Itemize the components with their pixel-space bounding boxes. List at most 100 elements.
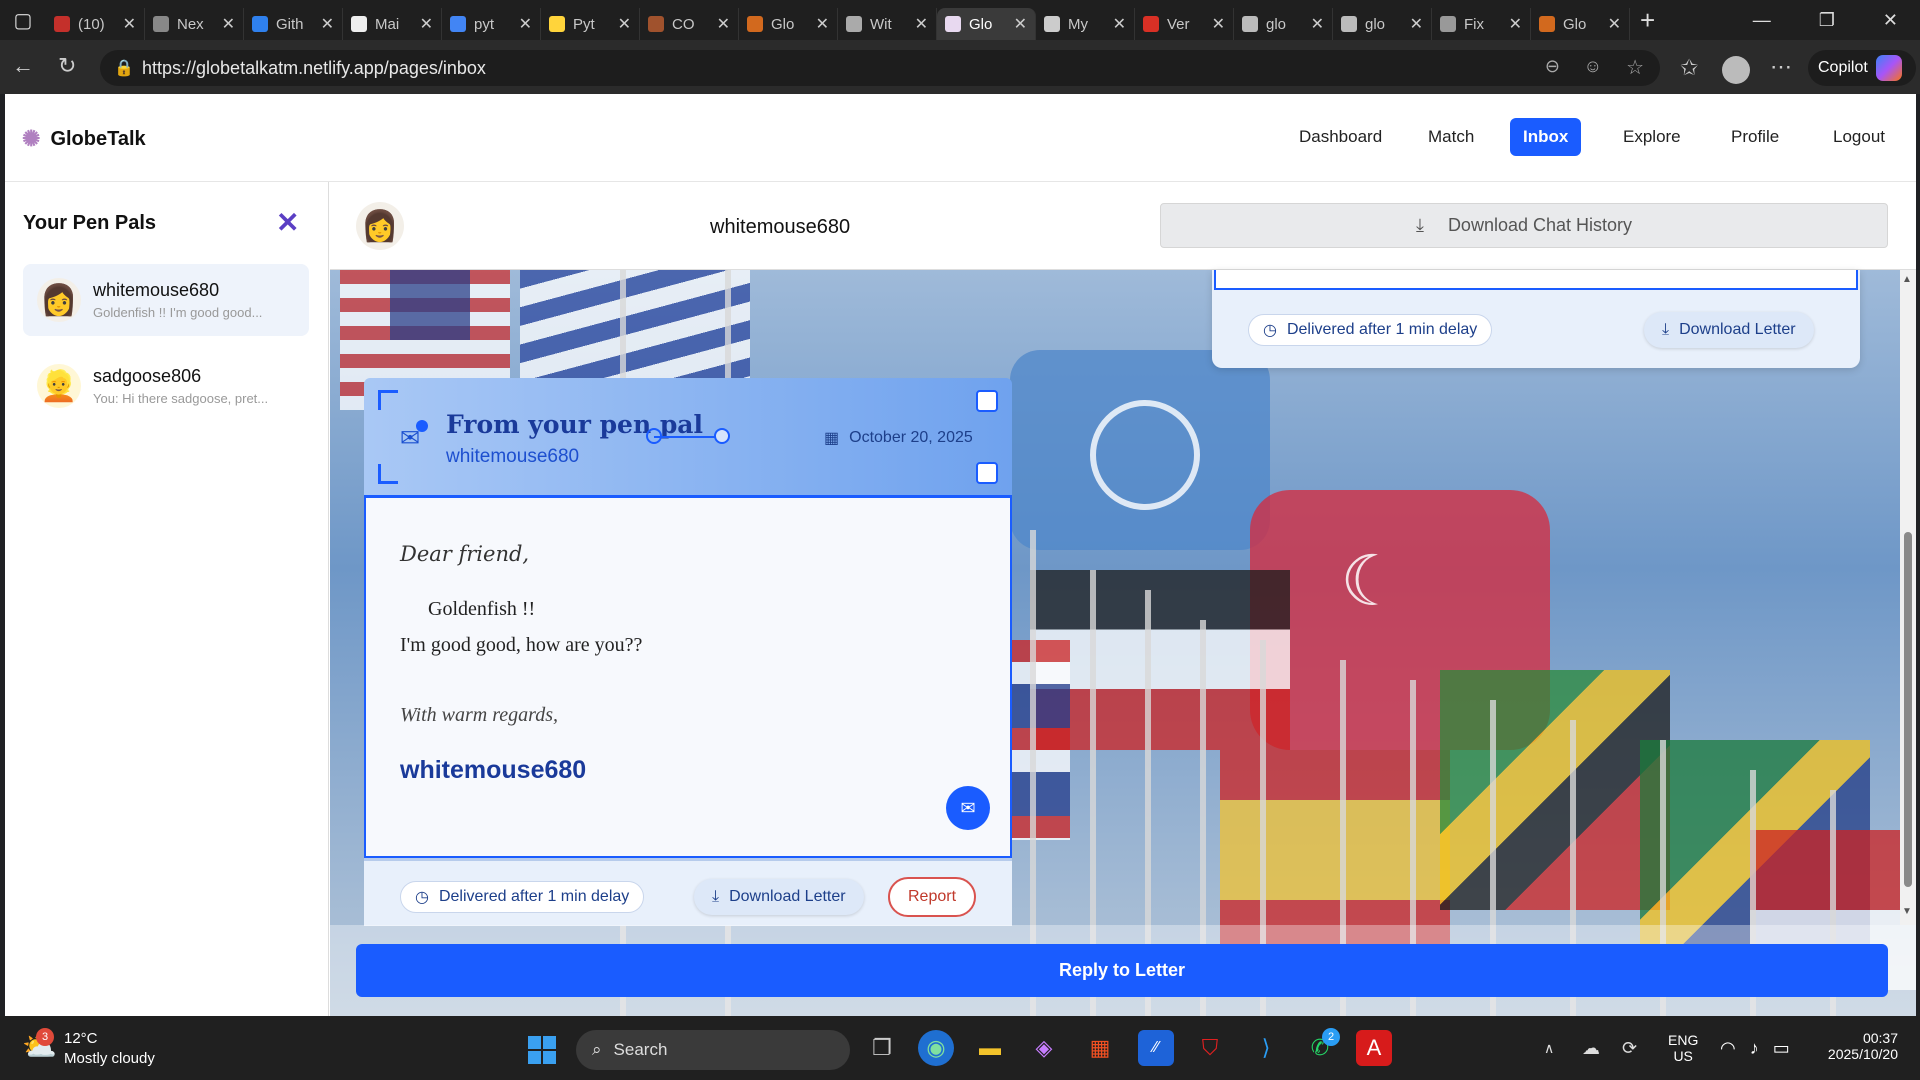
browser-tab[interactable]: Fix ✕ bbox=[1432, 8, 1531, 40]
refresh-icon[interactable]: ↻ bbox=[58, 53, 76, 79]
letter-footer: ◷ Delivered after 1 min delay ⤓ Download… bbox=[364, 858, 1012, 926]
scroll-down-icon[interactable]: ▼ bbox=[1902, 906, 1912, 917]
browser-tab[interactable]: CO ✕ bbox=[640, 8, 739, 40]
close-tab-icon[interactable]: ✕ bbox=[1311, 14, 1324, 34]
vscode-icon[interactable]: ⟩ bbox=[1248, 1030, 1284, 1066]
reader-icon[interactable]: ☺ bbox=[1584, 56, 1602, 77]
start-icon[interactable] bbox=[528, 1036, 556, 1064]
nav-match[interactable]: Match bbox=[1415, 118, 1487, 156]
favorites-icon[interactable]: ✩ bbox=[1680, 55, 1698, 81]
tab-favicon-icon bbox=[1044, 16, 1060, 32]
close-tab-icon[interactable]: ✕ bbox=[618, 14, 631, 34]
close-tab-icon[interactable]: ✕ bbox=[816, 14, 829, 34]
close-tab-icon[interactable]: ✕ bbox=[1113, 14, 1126, 34]
corner-decoration bbox=[976, 390, 998, 412]
favorite-star-icon[interactable]: ☆ bbox=[1626, 55, 1644, 80]
tab-title: (10) bbox=[78, 15, 105, 33]
scroll-up-icon[interactable]: ▲ bbox=[1902, 274, 1912, 285]
task-view-icon[interactable]: ❐ bbox=[864, 1030, 900, 1066]
nav-dashboard[interactable]: Dashboard bbox=[1286, 118, 1395, 156]
azure-icon[interactable]: ⁄⁄ bbox=[1138, 1030, 1174, 1066]
close-tab-icon[interactable]: ✕ bbox=[1410, 14, 1423, 34]
scrollbar[interactable]: ▲ ▼ bbox=[1900, 270, 1916, 925]
browser-tab[interactable]: Pyt ✕ bbox=[541, 8, 640, 40]
corner-decoration bbox=[976, 462, 998, 484]
site-info-icon[interactable]: 🔒 bbox=[114, 58, 134, 78]
system-tray[interactable]: ◠ ♪ ▭ bbox=[1720, 1038, 1790, 1059]
tab-title: Glo bbox=[1563, 15, 1587, 33]
close-tab-icon[interactable]: ✕ bbox=[222, 14, 235, 34]
copilot-app-icon[interactable]: ◈ bbox=[1026, 1030, 1062, 1066]
store-icon[interactable]: ▦ bbox=[1082, 1030, 1118, 1066]
close-tab-icon[interactable]: ✕ bbox=[519, 14, 532, 34]
edge-icon[interactable]: ◉ bbox=[918, 1030, 954, 1066]
show-hidden-icons[interactable]: ∧ bbox=[1544, 1040, 1554, 1057]
browser-tab[interactable]: Nex ✕ bbox=[145, 8, 244, 40]
close-tab-icon[interactable]: ✕ bbox=[123, 14, 136, 34]
avatar: 👱 bbox=[37, 364, 81, 408]
profile-avatar-icon[interactable] bbox=[1722, 56, 1750, 84]
tab-actions-icon[interactable]: ▢ bbox=[0, 8, 46, 33]
language-indicator[interactable]: ENG US bbox=[1668, 1032, 1698, 1064]
close-tab-icon[interactable]: ✕ bbox=[420, 14, 433, 34]
onedrive-icon[interactable]: ☁ bbox=[1582, 1038, 1600, 1059]
minimize-icon[interactable]: — bbox=[1753, 10, 1771, 31]
browser-tab[interactable]: Glo ✕ bbox=[739, 8, 838, 40]
pen-pal-item[interactable]: 👩 whitemouse680 Goldenfish !! I'm good g… bbox=[23, 264, 309, 336]
close-tab-icon[interactable]: ✕ bbox=[1509, 14, 1522, 34]
close-tab-icon[interactable]: ✕ bbox=[1212, 14, 1225, 34]
mcafee-icon[interactable]: ⛉ bbox=[1192, 1030, 1228, 1066]
letter-signature: whitemouse680 bbox=[400, 756, 587, 784]
close-tab-icon[interactable]: ✕ bbox=[915, 14, 928, 34]
browser-tab[interactable]: Glo ✕ bbox=[1531, 8, 1630, 40]
close-tab-icon[interactable]: ✕ bbox=[1014, 14, 1027, 34]
browser-tab[interactable]: glo ✕ bbox=[1234, 8, 1333, 40]
restore-icon[interactable]: ❐ bbox=[1819, 10, 1835, 31]
browser-tab[interactable]: Wit ✕ bbox=[838, 8, 937, 40]
close-tab-icon[interactable]: ✕ bbox=[717, 14, 730, 34]
tab-title: Ver bbox=[1167, 15, 1190, 33]
clock[interactable]: 00:37 2025/10/20 bbox=[1818, 1030, 1898, 1062]
acrobat-icon[interactable]: A bbox=[1356, 1030, 1392, 1066]
letter-closing: With warm regards, bbox=[400, 704, 558, 726]
close-window-icon[interactable]: ✕ bbox=[1883, 10, 1898, 31]
reply-to-letter-button[interactable]: Reply to Letter bbox=[356, 944, 1888, 997]
tab-favicon-icon bbox=[1143, 16, 1159, 32]
tab-title: Mai bbox=[375, 15, 400, 33]
browser-tab[interactable]: Gith ✕ bbox=[244, 8, 343, 40]
nav-inbox[interactable]: Inbox bbox=[1510, 118, 1582, 156]
close-tab-icon[interactable]: ✕ bbox=[321, 14, 334, 34]
letter-header: ✉ From your pen pal whitemouse680 ▦ Octo… bbox=[364, 378, 1012, 498]
browser-tab[interactable]: Mai ✕ bbox=[343, 8, 442, 40]
nav-profile[interactable]: Profile bbox=[1718, 118, 1792, 156]
mail-action-icon[interactable]: ✉ bbox=[946, 786, 990, 830]
search-icon: ⌕ bbox=[592, 1040, 602, 1059]
battery-icon: ▭ bbox=[1772, 1038, 1790, 1058]
scrollbar-thumb[interactable] bbox=[1904, 532, 1912, 887]
download-letter-button[interactable]: ⤓ Download Letter bbox=[694, 879, 864, 915]
download-letter-button[interactable]: ⤓ Download Letter bbox=[1644, 312, 1814, 348]
report-button[interactable]: Report bbox=[888, 877, 977, 917]
nav-logout[interactable]: Logout bbox=[1820, 118, 1898, 156]
file-explorer-icon[interactable]: ▬ bbox=[972, 1030, 1008, 1066]
nav-explore[interactable]: Explore bbox=[1610, 118, 1694, 156]
browser-tab[interactable]: (10) ✕ bbox=[46, 8, 145, 40]
close-sidebar-icon[interactable]: ✕ bbox=[276, 206, 299, 239]
browser-tab[interactable]: glo ✕ bbox=[1333, 8, 1432, 40]
address-bar[interactable]: 🔒 https://globetalkatm.netlify.app/pages… bbox=[100, 50, 1660, 86]
browser-tab[interactable]: pyt ✕ bbox=[442, 8, 541, 40]
download-chat-history-button[interactable]: ⤓ Download Chat History bbox=[1160, 203, 1888, 248]
browser-tab[interactable]: Ver ✕ bbox=[1135, 8, 1234, 40]
more-options-icon[interactable]: ⋯ bbox=[1770, 54, 1792, 80]
close-tab-icon[interactable]: ✕ bbox=[1608, 14, 1621, 34]
brand[interactable]: ✺ GlobeTalk bbox=[22, 126, 146, 152]
browser-tab[interactable]: My ✕ bbox=[1036, 8, 1135, 40]
browser-tab[interactable]: Glo ✕ bbox=[937, 8, 1036, 40]
back-icon[interactable]: ← bbox=[12, 53, 34, 79]
sync-icon[interactable]: ⟳ bbox=[1622, 1038, 1637, 1059]
taskbar-search[interactable]: ⌕ Search bbox=[576, 1030, 850, 1070]
pen-pal-item[interactable]: 👱 sadgoose806 You: Hi there sadgoose, pr… bbox=[23, 350, 309, 422]
copilot-button[interactable]: Copilot bbox=[1808, 50, 1916, 86]
new-tab-icon[interactable]: + bbox=[1640, 5, 1655, 36]
zoom-icon[interactable]: ⊖ bbox=[1545, 56, 1560, 77]
